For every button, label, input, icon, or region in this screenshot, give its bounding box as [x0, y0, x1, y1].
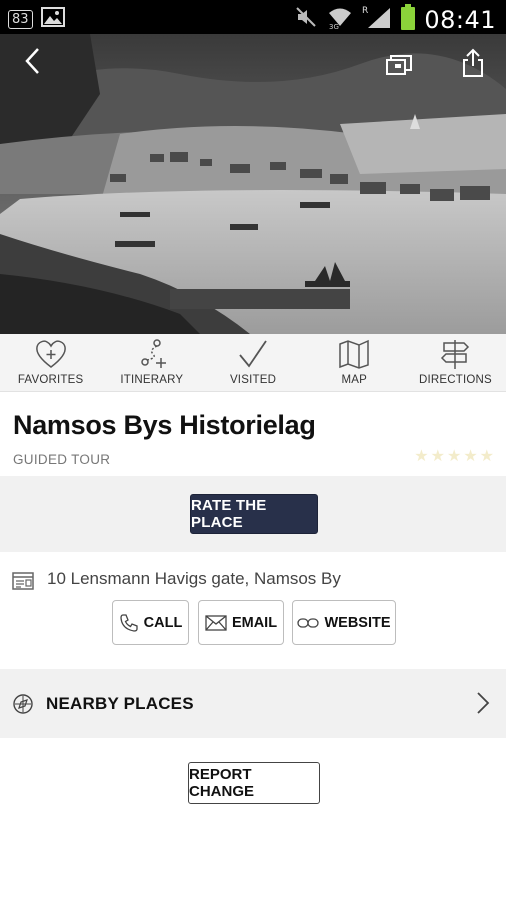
action-bar: FAVORITES ITINERARY VISITED MAP DIRECTIO…	[0, 334, 506, 392]
star-icon: ★	[479, 448, 494, 465]
visited-action[interactable]: VISITED	[202, 334, 303, 391]
visited-label: VISITED	[229, 374, 277, 386]
nearby-places-label: NEARBY PLACES	[46, 694, 194, 713]
directions-action[interactable]: DIRECTIONS	[405, 334, 506, 391]
place-category: GUIDED TOUR	[13, 452, 111, 467]
itinerary-label: ITINERARY	[120, 374, 184, 386]
itinerary-action[interactable]: ITINERARY	[101, 334, 202, 391]
route-plus-icon	[141, 339, 166, 368]
share-button[interactable]	[456, 46, 490, 80]
status-bar: 83 3G R 08:41	[0, 0, 506, 34]
svg-text:3G: 3G	[329, 23, 339, 30]
star-icon: ★	[414, 448, 429, 465]
star-icon: ★	[430, 448, 445, 465]
chevron-left-icon	[25, 48, 39, 74]
call-label: CALL	[143, 614, 183, 631]
signal-icon: R	[362, 4, 392, 35]
slideshow-icon	[386, 55, 412, 75]
star-icon: ★	[463, 448, 478, 465]
heart-plus-icon	[35, 340, 66, 368]
map-icon	[339, 339, 369, 369]
notification-count-badge: 83	[8, 10, 33, 29]
rate-section: RATE THE PLACE	[0, 476, 506, 552]
nearby-places-row[interactable]: NEARBY PLACES	[0, 669, 506, 738]
place-photo[interactable]	[0, 34, 506, 334]
link-icon	[297, 617, 320, 628]
mute-icon	[294, 5, 318, 34]
wifi-icon: 3G	[326, 4, 354, 35]
gallery-button[interactable]	[382, 50, 416, 80]
contact-section: 10 Lensmann Havigs gate, Namsos By CALL …	[0, 552, 506, 669]
address-text: 10 Lensmann Havigs gate, Namsos By	[47, 569, 341, 588]
checkmark-icon	[239, 340, 267, 368]
place-header: Namsos Bys Historielag GUIDED TOUR ★ ★ ★…	[0, 392, 506, 476]
report-change-button[interactable]: REPORT CHANGE	[188, 762, 320, 804]
clock: 08:41	[424, 5, 496, 34]
email-button[interactable]: EMAIL	[198, 600, 284, 645]
address-icon	[12, 571, 34, 596]
favorites-action[interactable]: FAVORITES	[0, 334, 101, 391]
website-button[interactable]: WEBSITE	[292, 600, 396, 645]
share-icon	[463, 48, 483, 77]
rate-place-button[interactable]: RATE THE PLACE	[190, 494, 318, 534]
svg-text:R: R	[362, 6, 368, 16]
map-action[interactable]: MAP	[304, 334, 405, 391]
website-label: WEBSITE	[324, 614, 391, 631]
star-icon: ★	[446, 448, 462, 465]
battery-icon	[400, 3, 416, 36]
compass-icon	[12, 693, 34, 720]
image-notification-icon	[40, 6, 65, 33]
envelope-icon	[205, 614, 227, 631]
favorites-label: FAVORITES	[17, 374, 84, 386]
chevron-right-icon	[476, 691, 490, 720]
phone-icon	[120, 613, 138, 632]
harbor-photo-image	[0, 34, 506, 334]
rating-stars: ★ ★ ★ ★ ★	[414, 449, 494, 465]
email-label: EMAIL	[231, 614, 278, 631]
signpost-icon	[441, 340, 470, 369]
place-title: Namsos Bys Historielag	[13, 410, 316, 440]
back-button[interactable]	[18, 46, 48, 76]
map-label: MAP	[341, 374, 367, 386]
directions-label: DIRECTIONS	[418, 374, 492, 386]
call-button[interactable]: CALL	[112, 600, 189, 645]
